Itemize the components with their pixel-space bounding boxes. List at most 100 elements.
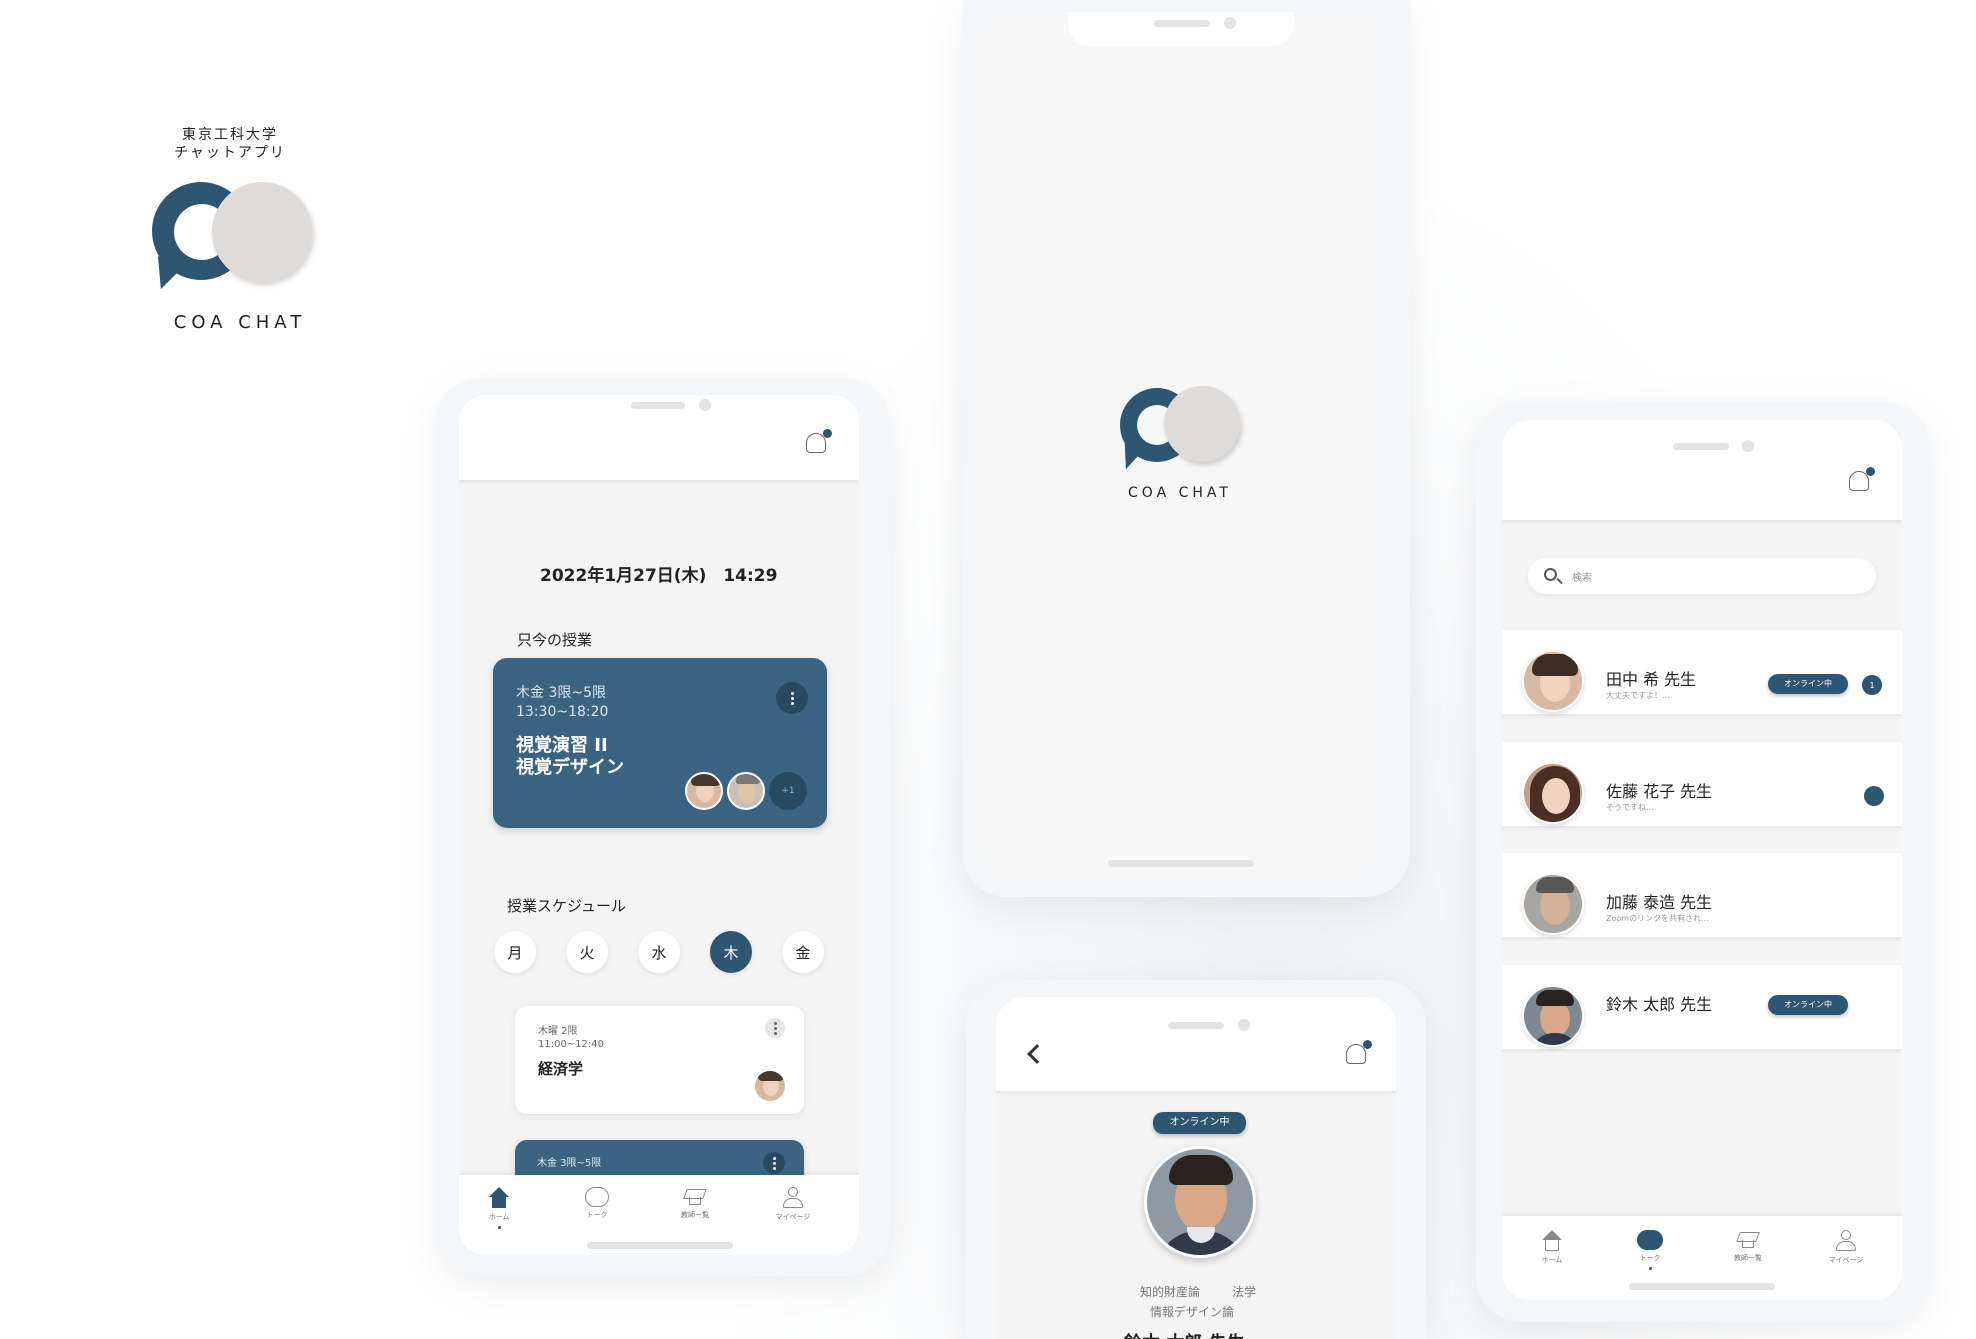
user-icon	[1835, 1230, 1857, 1252]
teacher-avatar	[1522, 650, 1584, 712]
schedule-time: 11:00~12:40	[538, 1039, 605, 1050]
camera	[1742, 440, 1754, 452]
speaker	[1673, 443, 1729, 450]
notch	[1068, 12, 1294, 46]
talk-screen: 検索 田中 希 先生 大丈夫ですよ！... オンライン中 1 佐藤 花子 先生 …	[1502, 420, 1902, 1300]
tab-mypage-label: マイページ	[775, 1213, 811, 1221]
chat-list-item[interactable]: 佐藤 花子 先生 そうですね...	[1502, 742, 1902, 826]
speaker	[631, 402, 685, 409]
schedule-2-menu-button[interactable]	[763, 1152, 785, 1174]
current-class-title: 只今の授業	[517, 631, 593, 649]
home-indicator	[1108, 860, 1254, 867]
tab-home-label: ホーム	[488, 1213, 510, 1221]
day-fri[interactable]: 金	[782, 931, 824, 973]
graduation-cap-icon	[683, 1187, 707, 1207]
tab-talk-label: トーク	[1639, 1254, 1661, 1262]
teacher-name: 加藤 泰造 先生	[1606, 893, 1713, 912]
tab-teachers[interactable]: 教師一覧	[665, 1187, 725, 1220]
day-wed[interactable]: 水	[638, 931, 680, 973]
graduation-cap-icon	[1736, 1230, 1760, 1250]
teacher-name: 佐藤 花子 先生	[1606, 782, 1713, 801]
chat-list-item[interactable]: 加藤 泰造 先生 Zoomのリンクを共有され...	[1502, 853, 1902, 937]
camera	[1224, 17, 1236, 29]
brand-subtitle: 東京工科大学 チャットアプリ	[160, 126, 300, 162]
schedule-title: 授業スケジュール	[507, 897, 626, 915]
profile-avatar	[1144, 1146, 1256, 1258]
home-icon	[1541, 1230, 1563, 1252]
back-chevron-icon[interactable]	[1027, 1044, 1047, 1064]
notification-dot	[823, 429, 832, 438]
notification-dot	[1363, 1040, 1372, 1049]
logo-bubble-tail	[1116, 443, 1144, 473]
tab-home[interactable]: ホーム	[469, 1187, 529, 1229]
current-class-card[interactable]: 木金 3限~5限 13:30~18:20 視覚演習 II 視覚デザイン +1	[493, 658, 827, 828]
unread-badge	[1864, 786, 1884, 806]
brand-app-type: チャットアプリ	[174, 145, 286, 161]
schedule-card[interactable]: 木曜 2限 11:00~12:40 経済学	[515, 1006, 804, 1114]
teacher-avatar	[1522, 985, 1584, 1047]
notification-dot	[1866, 467, 1875, 476]
bell-icon[interactable]	[804, 429, 832, 456]
schedule-menu-button[interactable]	[765, 1018, 785, 1038]
search-bar[interactable]: 検索	[1528, 558, 1876, 594]
tab-talk-label: トーク	[586, 1211, 608, 1219]
chat-icon	[1637, 1230, 1663, 1250]
online-status-pill: オンライン中	[1768, 995, 1848, 1015]
teacher-name: 鈴木 太郎 先生	[1606, 995, 1713, 1014]
home-indicator	[1629, 1283, 1775, 1290]
logo-light-bubble	[1164, 386, 1240, 462]
schedule-name: 経済学	[538, 1060, 584, 1078]
subject-3: 情報デザイン論	[1150, 1305, 1235, 1319]
tab-home[interactable]: ホーム	[1522, 1230, 1582, 1265]
brand-name: COA CHAT	[173, 312, 307, 333]
tab-home-label: ホーム	[1541, 1256, 1563, 1264]
online-status-pill: オンライン中	[1768, 674, 1848, 694]
tab-teachers[interactable]: 教師一覧	[1718, 1230, 1778, 1263]
chat-list-item[interactable]: 田中 希 先生 大丈夫ですよ！... オンライン中 1	[1502, 630, 1902, 714]
schedule-period: 木曜 2限	[538, 1026, 578, 1037]
schedule-teacher-avatar	[753, 1069, 787, 1103]
card-menu-button[interactable]	[776, 682, 808, 714]
camera	[1238, 1019, 1250, 1031]
current-datetime: 2022年1月27日(木) 14:29	[540, 566, 778, 586]
unread-badge: 1	[1862, 675, 1882, 695]
bell-icon[interactable]	[1847, 467, 1875, 494]
home-screen: 2022年1月27日(木) 14:29 只今の授業 木金 3限~5限 13:30…	[459, 395, 859, 1255]
message-preview: Zoomのリンクを共有され...	[1606, 914, 1709, 923]
splash-brand-name: COA CHAT	[1128, 485, 1232, 501]
message-preview: 大丈夫ですよ！...	[1606, 691, 1670, 700]
active-tab-dot	[497, 1226, 501, 1229]
teacher-avatar-1	[685, 772, 723, 810]
day-tue[interactable]: 火	[566, 931, 608, 973]
subject-1: 知的財産論	[1140, 1285, 1201, 1299]
more-teachers-badge[interactable]: +1	[769, 772, 807, 810]
teacher-name: 田中 希 先生	[1606, 670, 1697, 689]
bell-icon[interactable]	[1344, 1040, 1372, 1067]
splash-logo	[1116, 386, 1244, 473]
day-mon[interactable]: 月	[494, 931, 536, 973]
chat-list-item[interactable]: 鈴木 太郎 先生 オンライン中	[1502, 965, 1902, 1049]
chat-icon	[585, 1187, 609, 1207]
active-tab-dot	[1648, 1267, 1652, 1270]
tab-talk[interactable]: トーク	[1620, 1230, 1680, 1270]
profile-name: 鈴木 太郎 先生	[1124, 1329, 1245, 1339]
brand-university: 東京工科大学	[182, 127, 278, 143]
subject-2: 法学	[1232, 1285, 1257, 1299]
camera	[699, 399, 711, 411]
tab-mypage[interactable]: マイページ	[1816, 1230, 1876, 1265]
tab-teachers-label: 教師一覧	[681, 1211, 709, 1219]
day-thu[interactable]: 木	[710, 931, 752, 973]
logo-light-bubble	[212, 182, 312, 282]
class-name-2: 視覚デザイン	[516, 757, 624, 778]
splash-screen: COA CHAT	[982, 12, 1380, 876]
brand-logo	[147, 180, 320, 295]
message-preview: そうですね...	[1606, 803, 1654, 812]
search-input[interactable]: 検索	[1572, 569, 1592, 584]
teacher-avatar-2	[727, 772, 765, 810]
tab-mypage-label: マイページ	[1828, 1256, 1864, 1264]
schedule-2-period: 木金 3限~5限	[537, 1158, 602, 1169]
tab-talk[interactable]: トーク	[567, 1187, 627, 1220]
home-indicator	[587, 1242, 733, 1249]
tab-mypage[interactable]: マイページ	[763, 1187, 823, 1222]
class-time: 13:30~18:20	[516, 704, 609, 720]
